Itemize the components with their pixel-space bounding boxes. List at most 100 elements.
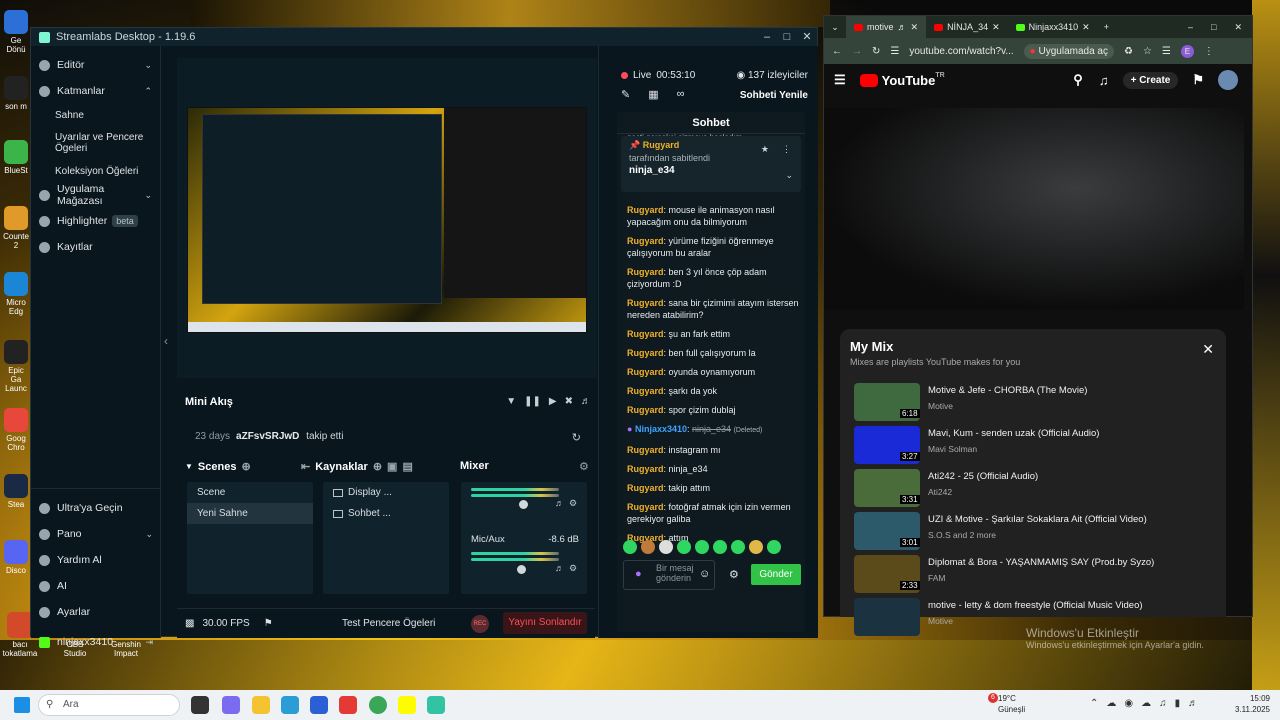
edit-icon[interactable]: ✎ bbox=[621, 88, 630, 101]
emote-icon[interactable] bbox=[641, 540, 655, 554]
chevron-down-icon[interactable]: ▼ bbox=[185, 462, 193, 471]
maximize-icon[interactable]: □ bbox=[777, 28, 797, 46]
emote-icon[interactable] bbox=[767, 540, 781, 554]
desktop-icon[interactable]: Disco bbox=[2, 540, 30, 575]
share-icon[interactable]: ∞ bbox=[677, 88, 685, 101]
streamlabs-icon[interactable] bbox=[427, 696, 445, 714]
search-icon[interactable]: ⚲ bbox=[1073, 72, 1083, 88]
tab-motive[interactable]: motive ♬ ✕ bbox=[846, 16, 927, 38]
sidebar-sub-alerts[interactable]: Uyarılar ve Pencere Ögeleri bbox=[31, 126, 160, 160]
create-button[interactable]: + Create bbox=[1122, 71, 1179, 89]
skip-icon[interactable]: ▶ bbox=[549, 396, 557, 407]
tab-ninja[interactable]: NİNJA_34 ✕ bbox=[926, 16, 1008, 38]
back-icon[interactable]: ← bbox=[832, 46, 842, 57]
sidebar-item-layers[interactable]: Katmanlar ⌃ bbox=[31, 78, 160, 104]
audio-icon[interactable]: ♬ bbox=[898, 22, 907, 32]
stats-icon[interactable]: ▩ bbox=[185, 618, 194, 629]
pause-icon[interactable]: ❚❚ bbox=[524, 396, 541, 407]
close-icon[interactable]: ✕ bbox=[1202, 341, 1214, 358]
store-icon[interactable] bbox=[310, 696, 328, 714]
volume-slider[interactable] bbox=[519, 500, 528, 509]
chevron-down-icon[interactable]: ⌄ bbox=[785, 170, 793, 181]
start-icon[interactable] bbox=[14, 697, 30, 713]
trash-icon[interactable]: ▤ bbox=[402, 460, 412, 473]
sidebar-item-recordings[interactable]: Kayıtlar bbox=[31, 234, 160, 260]
volume-slider[interactable] bbox=[517, 565, 526, 574]
youtube-icon[interactable] bbox=[339, 696, 357, 714]
bell-icon[interactable]: ⚑ bbox=[1192, 72, 1204, 88]
weather-widget[interactable]: 6 19°C Güneşli bbox=[988, 693, 1025, 715]
gear-icon[interactable]: ⚙ bbox=[569, 563, 577, 574]
profile-icon[interactable]: E bbox=[1180, 44, 1194, 58]
sidebar-item-highlighter[interactable]: Highlighter beta bbox=[31, 208, 160, 234]
close-tab-icon[interactable]: ✕ bbox=[992, 22, 1000, 33]
add-scene-icon[interactable]: ⊕ bbox=[241, 460, 250, 473]
tab-search-icon[interactable]: ⌄ bbox=[824, 22, 846, 33]
youtube-logo[interactable]: YouTube bbox=[882, 73, 936, 88]
translate-icon[interactable]: ♻ bbox=[1124, 46, 1133, 57]
edge-icon[interactable] bbox=[281, 696, 299, 714]
sidebar-sub-collection[interactable]: Koleksiyon Öğeleri bbox=[31, 160, 160, 182]
scene-item[interactable]: Scene bbox=[187, 482, 313, 503]
emote-icon[interactable] bbox=[623, 540, 637, 554]
sidebar-sub-scene[interactable]: Sahne bbox=[31, 104, 160, 126]
youtube-logo-icon[interactable] bbox=[859, 73, 878, 87]
collapse-icon[interactable]: ⇤ bbox=[301, 460, 310, 473]
chat-settings-icon[interactable]: ⚙ bbox=[729, 568, 739, 581]
sidebar-item-editor[interactable]: Editör ⌄ bbox=[31, 52, 160, 78]
source-item[interactable]: Sohbet ... bbox=[323, 503, 449, 524]
mixer-settings-icon[interactable]: ⚙ bbox=[579, 460, 589, 473]
close-icon[interactable]: ✕ bbox=[797, 28, 817, 46]
speaker-icon[interactable]: ♬ bbox=[555, 498, 564, 508]
test-widgets-button[interactable]: Test Pencere Ögeleri bbox=[342, 618, 435, 629]
menu-icon[interactable]: ⋮ bbox=[1204, 46, 1214, 57]
taskbar-search[interactable]: ⚲ Ara bbox=[38, 694, 180, 716]
file-explorer-icon[interactable] bbox=[252, 696, 270, 714]
emoji-icon[interactable]: ☺ bbox=[699, 568, 710, 580]
sidebar-item-ai[interactable]: AI bbox=[31, 573, 161, 599]
end-stream-button[interactable]: Yayını Sonlandır bbox=[503, 612, 587, 634]
chrome-icon[interactable] bbox=[369, 696, 387, 714]
scene-item[interactable]: Yeni Sahne bbox=[187, 503, 313, 524]
site-info-icon[interactable]: ☰ bbox=[890, 46, 899, 57]
refresh-chat-button[interactable]: Sohbeti Yenile bbox=[740, 90, 808, 101]
emote-icon[interactable] bbox=[677, 540, 691, 554]
emote-icon[interactable] bbox=[749, 540, 763, 554]
sidebar-item-settings[interactable]: Ayarlar bbox=[31, 599, 161, 625]
desktop-icon[interactable]: Micro Edg bbox=[2, 272, 30, 316]
stream-preview[interactable] bbox=[187, 107, 587, 333]
desktop-icon[interactable]: Ge Dönü bbox=[2, 10, 30, 54]
new-tab-icon[interactable]: + bbox=[1104, 22, 1109, 32]
hamburger-icon[interactable]: ☰ bbox=[834, 72, 846, 88]
mix-item[interactable]: 3:27 Mavi, Kum - senden uzak (Official Au… bbox=[854, 426, 1214, 466]
logout-icon[interactable]: ⇥ bbox=[145, 637, 153, 648]
mix-item[interactable]: 3:31 Ati242 - 25 (Official Audio) Ati242 bbox=[854, 469, 1214, 509]
reload-icon[interactable]: ↻ bbox=[872, 46, 880, 57]
refresh-icon[interactable]: ↻ bbox=[572, 431, 581, 444]
emote-icon[interactable] bbox=[659, 540, 673, 554]
clock[interactable]: 15:09 3.11.2025 bbox=[1235, 693, 1270, 715]
emote-icon[interactable] bbox=[713, 540, 727, 554]
volume-icon[interactable]: ♬ bbox=[581, 396, 591, 407]
mix-item[interactable]: 6:18 Motive & Jefe - CHORBA (The Movie) Mo… bbox=[854, 383, 1214, 423]
speaker-icon[interactable]: ♬ bbox=[555, 563, 564, 573]
desktop-icon[interactable]: Counte 2 bbox=[2, 206, 30, 250]
close-tab-icon[interactable]: ✕ bbox=[911, 22, 919, 33]
video-player[interactable] bbox=[824, 108, 1244, 310]
record-button[interactable]: REC bbox=[471, 615, 489, 633]
sidebar-item-app-store[interactable]: Uygulama Mağazası ⌄ bbox=[31, 182, 160, 208]
desktop-icon[interactable]: son m bbox=[2, 76, 30, 111]
collapse-left-icon[interactable]: ‹ bbox=[164, 334, 168, 348]
copilot-icon[interactable] bbox=[222, 696, 240, 714]
desktop-icon[interactable]: Epic Ga Launc bbox=[2, 340, 30, 393]
sidebar-item-help[interactable]: Yardım Al bbox=[31, 547, 161, 573]
close-icon[interactable]: ✕ bbox=[1234, 22, 1242, 33]
mix-item[interactable]: 3:01 UZI & Motive - Şarkılar Sokaklara Ai… bbox=[854, 512, 1214, 552]
extensions-icon[interactable]: ☰ bbox=[1162, 46, 1171, 57]
more-icon[interactable]: ⋮ bbox=[782, 144, 791, 155]
sidebar-item-ultra[interactable]: Ultra'ya Geçin bbox=[31, 495, 161, 521]
mute-icon[interactable]: ✖ bbox=[565, 396, 573, 407]
forward-icon[interactable]: → bbox=[852, 46, 862, 57]
emote-icon[interactable] bbox=[695, 540, 709, 554]
desktop-icon[interactable]: Goog Chro bbox=[2, 408, 30, 452]
